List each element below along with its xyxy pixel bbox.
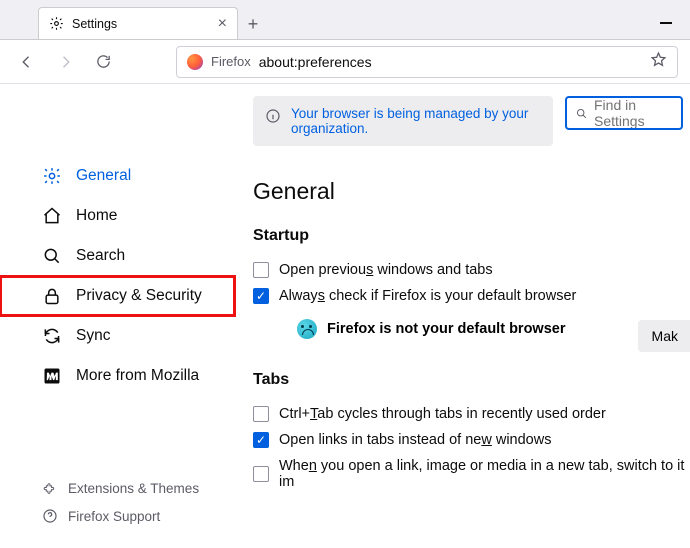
help-icon — [42, 508, 58, 524]
notice-text: Your browser is being managed by your or… — [291, 106, 541, 136]
mozilla-icon — [42, 366, 62, 386]
checkbox[interactable] — [253, 262, 269, 278]
sidebar-item-label: General — [76, 167, 131, 185]
pref-label: Open previous windows and tabs — [279, 262, 493, 278]
sad-face-icon — [297, 319, 317, 339]
puzzle-icon — [42, 480, 58, 496]
settings-search-input[interactable]: Find in Settings — [565, 96, 683, 130]
pref-ctrl-tab-cycle[interactable]: Ctrl+Tab cycles through tabs in recently… — [253, 401, 690, 427]
managed-notice[interactable]: Your browser is being managed by your or… — [253, 96, 553, 146]
content-area: General Home Search Privacy & Security S… — [0, 84, 690, 548]
section-heading-startup: Startup — [253, 227, 690, 245]
firefox-logo-icon — [187, 54, 203, 70]
gear-icon — [49, 16, 64, 31]
sync-icon — [42, 326, 62, 346]
default-status-text: Firefox is not your default browser — [327, 321, 565, 337]
make-default-button[interactable]: Mak — [638, 320, 690, 352]
main-panel: Your browser is being managed by your or… — [235, 84, 690, 548]
url-bar[interactable]: Firefox about:preferences — [176, 46, 678, 78]
pref-label: Always check if Firefox is your default … — [279, 288, 576, 304]
url-text: about:preferences — [259, 54, 372, 70]
close-tab-icon[interactable]: × — [218, 16, 227, 32]
forward-button[interactable] — [50, 47, 80, 77]
sidebar-link-support[interactable]: Firefox Support — [0, 502, 235, 530]
sidebar-bottom-links: Extensions & Themes Firefox Support — [0, 474, 235, 530]
checkbox[interactable] — [253, 466, 269, 482]
new-tab-button[interactable]: + — [238, 9, 268, 39]
pref-open-links-tabs[interactable]: Open links in tabs instead of new window… — [253, 427, 690, 453]
identity-label: Firefox — [211, 54, 251, 69]
search-icon — [575, 107, 588, 120]
checkbox[interactable] — [253, 288, 269, 304]
pref-label: Open links in tabs instead of new window… — [279, 432, 551, 448]
pref-label: Ctrl+Tab cycles through tabs in recently… — [279, 406, 606, 422]
sidebar: General Home Search Privacy & Security S… — [0, 84, 235, 548]
sidebar-item-general[interactable]: General — [0, 156, 235, 196]
sidebar-item-label: Privacy & Security — [76, 287, 202, 305]
checkbox[interactable] — [253, 432, 269, 448]
search-icon — [42, 246, 62, 266]
page-heading: General — [253, 178, 690, 205]
reload-button[interactable] — [88, 47, 118, 77]
info-icon — [265, 108, 281, 124]
gear-icon — [42, 166, 62, 186]
pref-switch-new-tab[interactable]: When you open a link, image or media in … — [253, 453, 690, 495]
sidebar-item-more-mozilla[interactable]: More from Mozilla — [0, 356, 235, 396]
checkbox[interactable] — [253, 406, 269, 422]
section-heading-tabs: Tabs — [253, 371, 690, 389]
default-browser-status: Firefox is not your default browser — [297, 319, 690, 339]
search-placeholder: Find in Settings — [594, 97, 673, 129]
bookmark-star-icon[interactable] — [650, 51, 667, 73]
sidebar-link-label: Firefox Support — [68, 509, 160, 524]
sidebar-item-label: Home — [76, 207, 117, 225]
browser-tab[interactable]: Settings × — [38, 7, 238, 39]
tab-title: Settings — [72, 17, 117, 31]
pref-always-check-default[interactable]: Always check if Firefox is your default … — [253, 283, 690, 309]
toolbar: Firefox about:preferences — [0, 40, 690, 84]
sidebar-item-label: Sync — [76, 327, 110, 345]
lock-icon — [42, 286, 62, 306]
sidebar-item-label: Search — [76, 247, 125, 265]
back-button[interactable] — [12, 47, 42, 77]
minimize-icon[interactable] — [660, 22, 672, 24]
sidebar-item-label: More from Mozilla — [76, 367, 199, 385]
sidebar-link-extensions[interactable]: Extensions & Themes — [0, 474, 235, 502]
sidebar-item-sync[interactable]: Sync — [0, 316, 235, 356]
pref-label: When you open a link, image or media in … — [279, 458, 690, 490]
sidebar-item-search[interactable]: Search — [0, 236, 235, 276]
sidebar-item-privacy-security[interactable]: Privacy & Security — [0, 276, 235, 316]
sidebar-link-label: Extensions & Themes — [68, 481, 199, 496]
home-icon — [42, 206, 62, 226]
tab-strip: Settings × + — [0, 0, 690, 40]
window-controls — [660, 7, 684, 39]
pref-open-previous[interactable]: Open previous windows and tabs — [253, 257, 690, 283]
sidebar-item-home[interactable]: Home — [0, 196, 235, 236]
